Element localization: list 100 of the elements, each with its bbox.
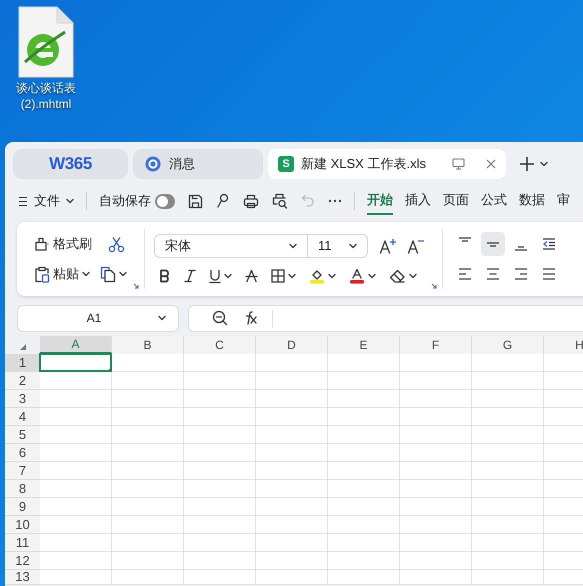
tab[interactable]: W365: [13, 149, 128, 179]
row-header[interactable]: 13: [5, 570, 40, 585]
paint-bucket-icon: [309, 268, 325, 284]
clear-format-button[interactable]: [389, 269, 417, 283]
underline-button[interactable]: [209, 268, 232, 284]
italic-icon[interactable]: [184, 269, 196, 283]
row-header[interactable]: 12: [5, 552, 40, 570]
underline-icon: [209, 268, 221, 284]
tab-label[interactable]: 新建 XLSX 工作表.xls: [301, 154, 445, 174]
ribbon-tab[interactable]: 页面: [443, 187, 470, 215]
caret-icon[interactable]: [540, 161, 548, 167]
autosave-label: 自动保存: [98, 192, 151, 210]
paste-button[interactable]: 粘贴: [34, 264, 90, 284]
ribbon-tab[interactable]: 插入: [405, 187, 432, 215]
bold-icon[interactable]: [159, 269, 171, 283]
monitor-icon[interactable]: [452, 158, 465, 170]
ribbon-tab[interactable]: 数据: [519, 187, 546, 215]
scissors-icon[interactable]: [108, 236, 125, 252]
desktop-icon-label[interactable]: 谈心谈话表 (2).mhtml: [16, 80, 76, 112]
brand-label[interactable]: W365: [49, 151, 92, 177]
decrease-indent-icon: [542, 237, 556, 251]
new-tab-icon[interactable]: [519, 156, 535, 172]
row-header[interactable]: 2: [5, 372, 40, 390]
undo-icon[interactable]: [301, 194, 316, 208]
column-header[interactable]: D: [256, 336, 328, 354]
copy-button[interactable]: [100, 266, 127, 282]
row-header[interactable]: 5: [5, 426, 40, 444]
font-color-button[interactable]: [349, 268, 376, 284]
caret-icon[interactable]: [289, 243, 297, 249]
print-icon[interactable]: [243, 194, 260, 208]
caret-icon[interactable]: [82, 271, 90, 277]
column-header[interactable]: F: [400, 336, 472, 354]
column-header[interactable]: C: [184, 336, 256, 354]
column-header[interactable]: G: [472, 336, 544, 354]
caret-icon[interactable]: [66, 198, 74, 204]
align-bottom-icon: [514, 246, 528, 251]
spreadsheet-badge: S: [278, 156, 294, 172]
decrease-font-icon[interactable]: [407, 238, 425, 254]
align-middle-button[interactable]: [481, 232, 505, 256]
chat-bubble-icon: [145, 156, 161, 172]
align-right-icon: [514, 268, 528, 280]
column-header[interactable]: H: [544, 336, 583, 354]
row-header[interactable]: 10: [5, 516, 40, 534]
file-menu[interactable]: 文件: [18, 191, 74, 211]
align-left-icon: [458, 268, 472, 280]
strikethrough-icon[interactable]: [245, 269, 258, 283]
row-header[interactable]: 8: [5, 480, 40, 498]
align-middle-icon: [486, 242, 500, 246]
caret-icon[interactable]: [119, 271, 127, 277]
caret-icon[interactable]: [409, 273, 417, 279]
column-header[interactable]: B: [112, 336, 184, 354]
borders-icon: [271, 269, 285, 283]
borders-button[interactable]: [271, 269, 296, 283]
caret-icon[interactable]: [328, 273, 336, 279]
row-header[interactable]: 4: [5, 408, 40, 426]
increase-font-icon[interactable]: [379, 238, 397, 254]
browser-file-icon[interactable]: [17, 6, 75, 78]
name-box[interactable]: A1: [17, 304, 179, 332]
font-size-field[interactable]: 11: [308, 234, 368, 258]
caret-icon[interactable]: [368, 273, 376, 279]
row-header[interactable]: 3: [5, 390, 40, 408]
column-header[interactable]: A: [40, 336, 112, 354]
select-all-icon[interactable]: [20, 344, 26, 350]
fill-color-button[interactable]: [309, 268, 336, 284]
close-icon[interactable]: [486, 159, 496, 169]
ribbon-tab[interactable]: 公式: [481, 187, 508, 215]
row-header[interactable]: 1: [5, 354, 40, 372]
formula-input[interactable]: [188, 304, 583, 332]
eraser-icon: [389, 269, 406, 283]
row-header[interactable]: 6: [5, 444, 40, 462]
dialog-launcher-icon[interactable]: [431, 283, 437, 289]
tab-label[interactable]: 消息: [169, 154, 195, 174]
caret-icon[interactable]: [158, 315, 166, 321]
row-header[interactable]: 7: [5, 462, 40, 480]
tab[interactable]: 消息: [133, 149, 263, 179]
caret-icon[interactable]: [288, 273, 296, 279]
font-color-icon: [349, 268, 365, 284]
copy-icon: [100, 266, 116, 282]
autosave-toggle[interactable]: [154, 194, 176, 208]
more-icon[interactable]: [328, 199, 342, 203]
clipboard-icon: [34, 266, 50, 282]
caret-icon[interactable]: [224, 273, 232, 279]
zoom-out-icon[interactable]: [212, 310, 228, 326]
align-top-icon: [458, 237, 472, 242]
brush-icon: [34, 236, 50, 252]
row-header[interactable]: 11: [5, 534, 40, 552]
menu-icon: [18, 196, 28, 206]
format-painter-button[interactable]: 格式刷: [34, 234, 92, 254]
row-header[interactable]: 9: [5, 498, 40, 516]
ribbon-tab[interactable]: 审: [557, 187, 570, 215]
brush-icon[interactable]: [216, 193, 230, 209]
column-header[interactable]: E: [328, 336, 400, 354]
ribbon-tab[interactable]: 开始: [367, 187, 394, 215]
dialog-launcher-icon[interactable]: [133, 283, 139, 289]
print-preview-icon[interactable]: [272, 193, 288, 209]
caret-icon[interactable]: [349, 243, 357, 249]
save-icon[interactable]: [188, 194, 204, 208]
font-name-field[interactable]: 宋体: [154, 234, 308, 258]
align-center-icon: [486, 268, 500, 280]
tab[interactable]: S 新建 XLSX 工作表.xls: [268, 149, 506, 179]
